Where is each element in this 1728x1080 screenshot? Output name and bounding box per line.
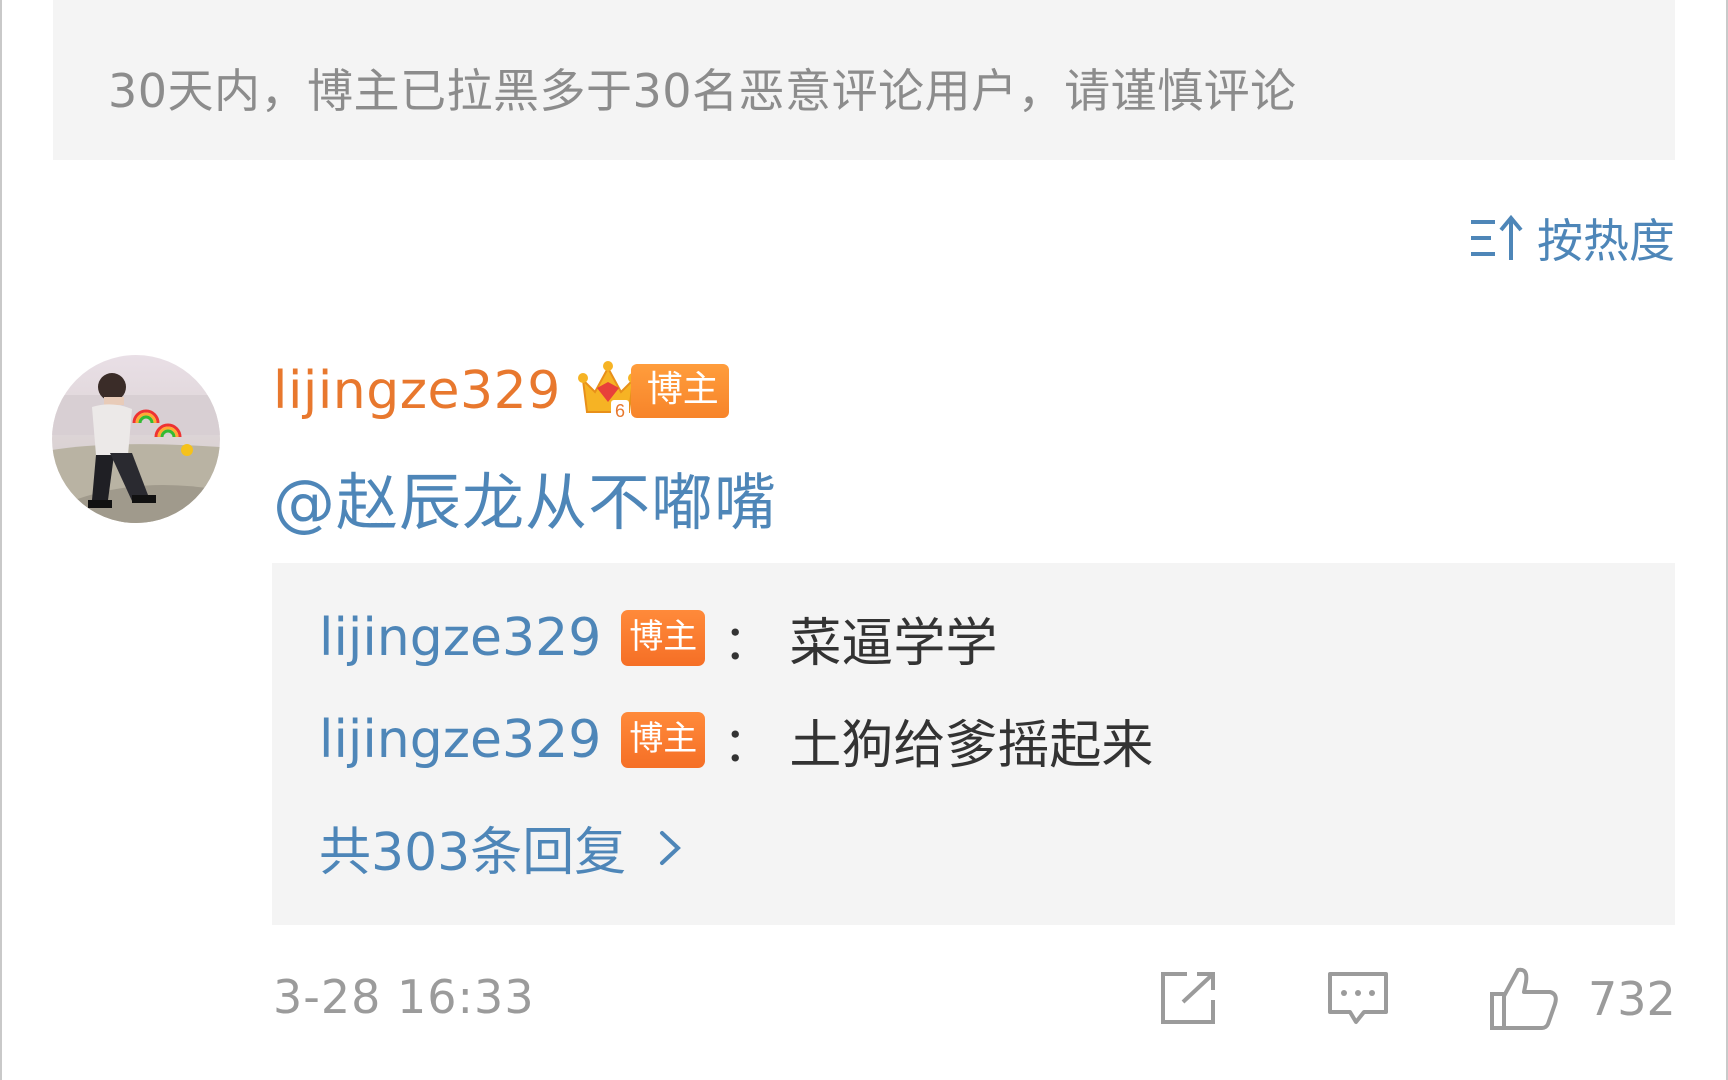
comment-screen: 30天内，博主已拉黑多于30名恶意评论用户，请谨慎评论 按热度 lijingze…: [0, 0, 1728, 1080]
notice-text: 30天内，博主已拉黑多于30名恶意评论用户，请谨慎评论: [108, 64, 1297, 118]
reply-item[interactable]: lijingze329 博主 ： 菜逼学学: [319, 603, 998, 674]
left-edge-divider: [0, 0, 2, 1080]
reply-author-name[interactable]: lijingze329: [319, 710, 601, 770]
sort-label: 按热度: [1537, 214, 1675, 268]
view-all-replies-link[interactable]: 共303条回复: [319, 810, 690, 885]
crown-level: 6: [615, 401, 625, 421]
sort-by-popularity-button[interactable]: 按热度: [1469, 205, 1675, 271]
like-thumbs-up-icon[interactable]: [1488, 966, 1560, 1032]
reply-author-badge: 博主: [621, 610, 706, 666]
comment-mention-link[interactable]: @赵辰龙从不嘟嘴: [273, 452, 777, 542]
reply-item[interactable]: lijingze329 博主 ： 土狗给爹摇起来: [319, 705, 1154, 776]
comment-author-row: lijingze329 6 博主: [273, 356, 729, 426]
author-badge: 博主: [630, 364, 729, 418]
avatar-photo: [52, 355, 220, 523]
comment-timestamp: 3-28 16:33: [273, 970, 535, 1024]
sort-icon: [1471, 214, 1523, 260]
comment-author-name[interactable]: lijingze329: [273, 361, 561, 421]
like-count: 732: [1588, 972, 1676, 1026]
comment-reply-icon[interactable]: [1326, 968, 1390, 1028]
avatar[interactable]: [52, 355, 220, 523]
reply-separator: ：: [723, 717, 772, 773]
reply-text: 菜逼学学: [789, 613, 998, 674]
chevron-right-icon: [660, 830, 682, 865]
view-all-replies-label: 共303条回复: [319, 823, 627, 883]
reply-author-badge: 博主: [621, 712, 706, 768]
reply-author-name[interactable]: lijingze329: [319, 608, 601, 668]
reply-separator: ：: [723, 615, 772, 671]
crown-badge-icon: 6: [577, 361, 638, 421]
comment-notice-banner: 30天内，博主已拉黑多于30名恶意评论用户，请谨慎评论: [53, 0, 1675, 160]
reply-text: 土狗给爹摇起来: [789, 715, 1154, 776]
share-icon[interactable]: [1157, 968, 1221, 1028]
